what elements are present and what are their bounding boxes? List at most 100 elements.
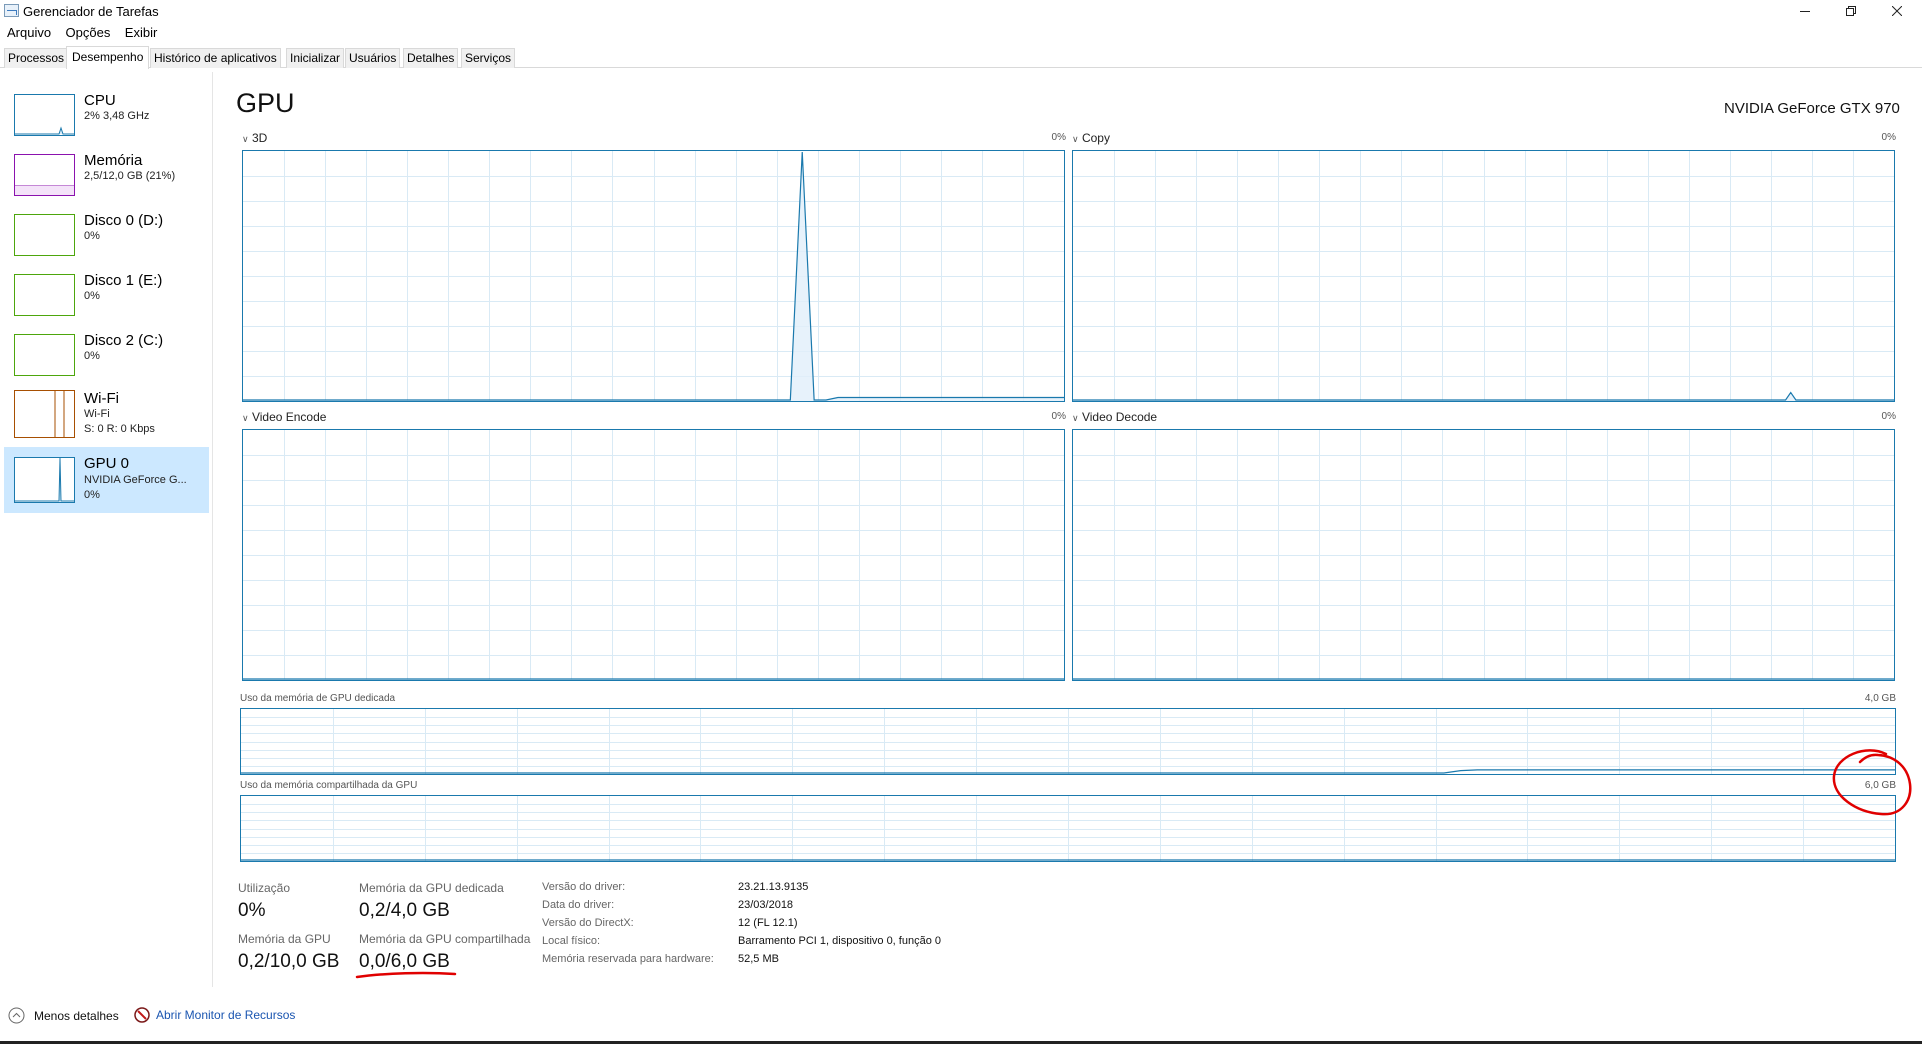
- gpu-memory-label: Memória da GPU: [238, 932, 331, 946]
- dedicated-memory-max: 4,0 GB: [1864, 693, 1896, 704]
- sidebar-item-memoria[interactable]: Memória 2,5/12,0 GB (21%): [4, 144, 209, 202]
- sidebar-item-wifi[interactable]: Wi-Fi Wi-Fi S: 0 R: 0 Kbps: [4, 384, 209, 446]
- tab-servicos[interactable]: Serviços: [461, 48, 516, 68]
- cpu-thumbnail-graph: [15, 126, 74, 135]
- sidebar-item-subtitle: 0%: [84, 350, 100, 362]
- utilization-value: 0%: [238, 900, 266, 921]
- tab-historico[interactable]: Histórico de aplicativos: [150, 48, 281, 68]
- annotation-circle: [1832, 749, 1912, 816]
- tab-inicializar[interactable]: Inicializar: [286, 48, 345, 68]
- sidebar-item-title: Wi-Fi: [84, 390, 119, 407]
- engine-video-decode-chart: [1072, 429, 1895, 681]
- engine-video-decode-pct: 0%: [1881, 411, 1896, 422]
- title-bar: Gerenciador de Tarefas: [0, 0, 1922, 24]
- tab-detalhes[interactable]: Detalhes: [403, 48, 459, 68]
- engine-copy-label: Copy: [1081, 131, 1110, 145]
- restore-button[interactable]: [1828, 0, 1874, 22]
- open-resource-monitor-link[interactable]: Abrir Monitor de Recursos: [134, 1007, 295, 1023]
- sidebar-item-disco-0[interactable]: Disco 0 (D:) 0%: [4, 204, 209, 262]
- sidebar-item-cpu[interactable]: CPU 2% 3,48 GHz: [4, 84, 209, 142]
- engine-3d-chart: [242, 150, 1065, 402]
- info-label: Local físico:: [542, 935, 601, 947]
- resource-monitor-icon: [134, 1007, 150, 1023]
- sidebar-item-title: Disco 0 (D:): [84, 212, 164, 229]
- shared-memory-chart: [240, 795, 1896, 862]
- utilization-label: Utilização: [238, 881, 291, 895]
- menu-exibir[interactable]: Exibir: [125, 25, 158, 40]
- engine-3d-dropdown[interactable]: ∨ 3D: [242, 131, 267, 145]
- gpu-thumbnail: [14, 457, 75, 503]
- gpu-memory-value: 0,2/10,0 GB: [238, 951, 340, 972]
- gpu-thumbnail-graph: [15, 458, 74, 502]
- close-icon: [1892, 6, 1902, 16]
- dedicated-gpu-memory-label: Memória da GPU dedicada: [359, 881, 504, 895]
- info-value: 12 (FL 12.1): [738, 917, 798, 929]
- sidebar-item-title: CPU: [84, 92, 116, 109]
- sidebar-item-subtitle: 0%: [84, 230, 100, 242]
- memory-thumbnail: [14, 154, 75, 196]
- chevron-up-circle-icon: [8, 1007, 25, 1024]
- minimize-button[interactable]: [1782, 0, 1828, 22]
- wifi-thumbnail-graph: [54, 391, 65, 437]
- disk-thumbnail: [14, 214, 75, 256]
- sidebar-divider: [212, 72, 213, 987]
- info-value: 23.21.13.9135: [738, 881, 809, 893]
- info-label: Memória reservada para hardware:: [542, 953, 714, 965]
- sidebar-item-subtitle: 2% 3,48 GHz: [84, 110, 150, 122]
- info-label: Data do driver:: [542, 899, 615, 911]
- wifi-thumbnail: [14, 390, 75, 438]
- sidebar-item-title: Disco 2 (C:): [84, 332, 164, 349]
- disk-thumbnail: [14, 334, 75, 376]
- less-details-button[interactable]: Menos detalhes: [8, 1007, 119, 1024]
- sidebar-item-title: Memória: [84, 152, 143, 169]
- page-title: GPU: [236, 88, 295, 118]
- tab-usuarios[interactable]: Usuários: [345, 48, 401, 68]
- engine-video-decode-graph: [1073, 430, 1894, 680]
- info-label: Versão do driver:: [542, 881, 626, 893]
- engine-3d-label: 3D: [251, 131, 268, 145]
- engine-video-encode-label: Video Encode: [251, 410, 327, 424]
- engine-copy-graph: [1073, 151, 1894, 401]
- resource-monitor-label: Abrir Monitor de Recursos: [156, 1008, 296, 1022]
- dedicated-gpu-memory-value: 0,2/4,0 GB: [359, 900, 450, 921]
- engine-video-decode-dropdown[interactable]: ∨ Video Decode: [1072, 410, 1157, 424]
- close-button[interactable]: [1874, 0, 1920, 22]
- less-details-label: Menos detalhes: [34, 1008, 119, 1023]
- sidebar-item-disco-1[interactable]: Disco 1 (E:) 0%: [4, 264, 209, 322]
- sidebar-item-title: Disco 1 (E:): [84, 272, 163, 289]
- engine-video-encode-chart: [242, 429, 1065, 681]
- shared-memory-graph: [241, 796, 1895, 861]
- dedicated-memory-chart: [240, 708, 1896, 775]
- engine-video-encode-dropdown[interactable]: ∨ Video Encode: [242, 410, 326, 424]
- sidebar-item-gpu-0[interactable]: GPU 0 NVIDIA GeForce G... 0%: [4, 447, 209, 513]
- sidebar-item-title: GPU 0: [84, 455, 130, 472]
- menu-arquivo[interactable]: Arquivo: [7, 25, 51, 40]
- gpu-model-name: NVIDIA GeForce GTX 970: [1724, 100, 1900, 117]
- sidebar-item-subtitle: 0%: [84, 290, 100, 302]
- sidebar-item-subtitle: 2,5/12,0 GB (21%): [84, 170, 176, 182]
- engine-video-decode-label: Video Decode: [1081, 410, 1158, 424]
- annotation-underline: [355, 971, 457, 979]
- info-value: 52,5 MB: [738, 953, 779, 965]
- engine-video-encode-pct: 0%: [1051, 411, 1066, 422]
- engine-copy-chart: [1072, 150, 1895, 402]
- task-manager-icon: [4, 4, 19, 17]
- engine-copy-dropdown[interactable]: ∨ Copy: [1072, 131, 1110, 145]
- minimize-icon: [1800, 10, 1810, 12]
- chevron-down-icon: ∨: [242, 134, 249, 144]
- tab-desempenho[interactable]: Desempenho: [66, 46, 150, 69]
- sidebar-item-subtitle: NVIDIA GeForce G...: [84, 474, 187, 486]
- tab-processos[interactable]: Processos: [4, 48, 69, 68]
- menu-bar: Arquivo Opções Exibir: [0, 24, 160, 44]
- engine-3d-graph: [243, 151, 1064, 401]
- window-title: Gerenciador de Tarefas: [23, 4, 159, 19]
- info-value: Barramento PCI 1, dispositivo 0, função …: [738, 935, 941, 947]
- sidebar-item-subtitle: Wi-Fi: [84, 408, 110, 420]
- menu-opcoes[interactable]: Opções: [66, 25, 111, 40]
- engine-3d-pct: 0%: [1051, 132, 1066, 143]
- chevron-down-icon: ∨: [242, 413, 249, 423]
- chevron-down-icon: ∨: [1072, 134, 1079, 144]
- chevron-down-icon: ∨: [1072, 413, 1079, 423]
- sidebar-item-disco-2[interactable]: Disco 2 (C:) 0%: [4, 324, 209, 382]
- shared-gpu-memory-label: Memória da GPU compartilhada: [359, 932, 531, 946]
